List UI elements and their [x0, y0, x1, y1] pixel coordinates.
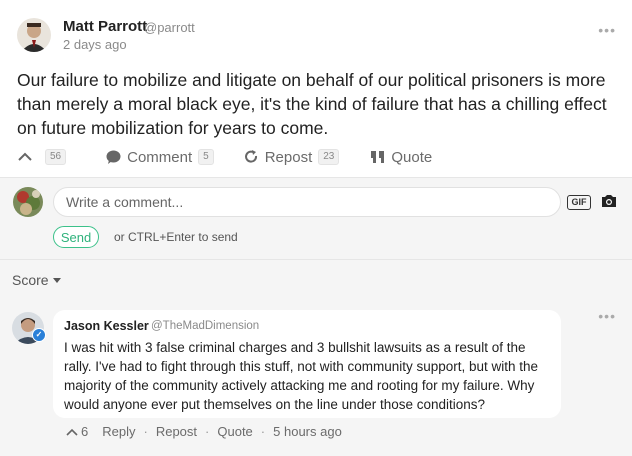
repost-label: Repost: [264, 148, 313, 166]
send-hint: or CTRL+Enter to send: [114, 230, 238, 244]
comment-label: Comment: [127, 148, 193, 166]
comment-button[interactable]: Comment 5: [106, 149, 214, 166]
upvote-button[interactable]: 56: [17, 149, 67, 165]
reply-actions: 6 Reply · Repost · Quote · 5 hours ago: [66, 424, 342, 439]
post-time[interactable]: 2 days ago: [63, 37, 127, 52]
chevron-up-icon: [66, 428, 78, 436]
reply-button[interactable]: Reply: [102, 424, 135, 439]
quote-label: Quote: [391, 148, 433, 166]
reply-repost-button[interactable]: Repost: [156, 424, 197, 439]
comment-composer: GIF Send or CTRL+Enter to send: [0, 178, 632, 260]
current-user-avatar[interactable]: [13, 187, 43, 217]
post-actions: 56 Comment 5 Repost 23 Quote: [17, 146, 432, 168]
author-handle[interactable]: @parrott: [144, 20, 195, 35]
repost-count: 23: [318, 149, 340, 165]
reply-quote-button[interactable]: Quote: [217, 424, 252, 439]
gif-button[interactable]: GIF: [567, 195, 591, 210]
reply-time[interactable]: 5 hours ago: [273, 424, 342, 439]
reply-upvote-button[interactable]: 6: [66, 424, 88, 439]
caret-down-icon: [52, 277, 61, 283]
post-body: Our failure to mobilize and litigate on …: [17, 70, 607, 138]
more-options-icon[interactable]: •••: [598, 22, 616, 38]
sort-label: Score: [12, 272, 49, 288]
comment-bubble-icon: [106, 150, 121, 164]
send-button[interactable]: Send: [53, 226, 99, 248]
verified-badge-icon: ✓: [32, 328, 46, 342]
repost-icon: [244, 150, 257, 163]
reply-upvote-count: 6: [81, 424, 89, 439]
post-card: Matt Parrott @parrott 2 days ago ••• Our…: [0, 0, 632, 178]
author-name[interactable]: Matt Parrott: [63, 18, 147, 35]
chevron-up-icon: [18, 152, 32, 161]
reply-author-name[interactable]: Jason Kessler: [64, 319, 149, 333]
quote-button[interactable]: Quote: [371, 149, 432, 166]
reply-bubble: Jason Kessler @TheMadDimension I was hit…: [53, 310, 561, 418]
comment-input[interactable]: [53, 187, 561, 217]
reply-body: I was hit with 3 false criminal charges …: [64, 340, 539, 412]
repost-button[interactable]: Repost 23: [244, 149, 340, 166]
upvote-count: 56: [45, 149, 67, 165]
quote-icon: [371, 151, 385, 163]
comment-count: 5: [198, 149, 214, 165]
camera-icon[interactable]: [601, 194, 617, 208]
separator: ·: [143, 424, 148, 439]
reply-more-options-icon[interactable]: •••: [598, 308, 616, 324]
reply-author-handle[interactable]: @TheMadDimension: [151, 320, 259, 332]
separator: ·: [260, 424, 266, 439]
sort-dropdown[interactable]: Score: [12, 272, 61, 288]
separator: ·: [205, 424, 210, 439]
author-avatar[interactable]: [17, 18, 51, 52]
